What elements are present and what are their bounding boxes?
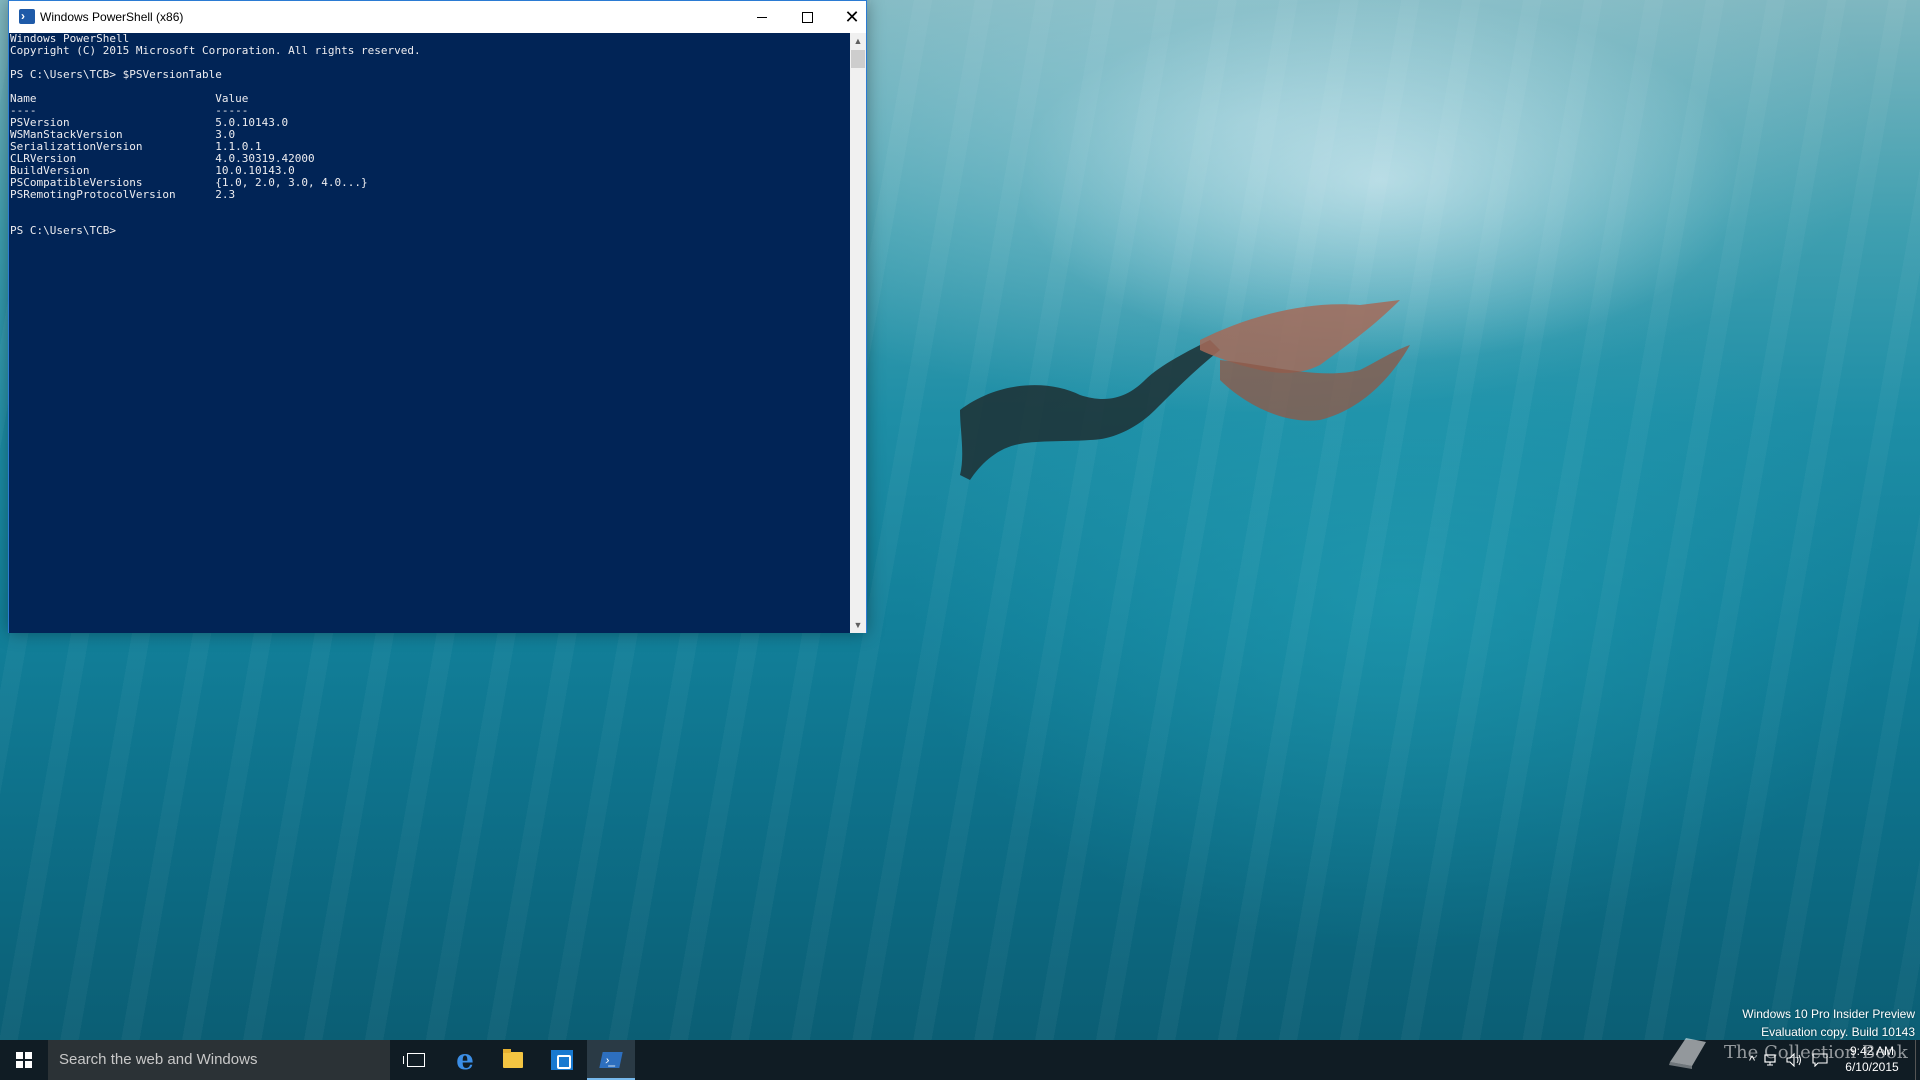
taskbar: Search the web and Windows e ›_ ^ 9:42 A… — [0, 1040, 1920, 1080]
vertical-scrollbar[interactable]: ▲ ▼ — [850, 33, 866, 633]
swimmer-image — [960, 300, 1410, 480]
logo-text: The Collection Book — [1724, 1041, 1908, 1063]
window-title: Windows PowerShell (x86) — [40, 10, 184, 24]
file-explorer-button[interactable] — [489, 1040, 537, 1080]
maximize-button[interactable] — [784, 1, 830, 33]
powershell-window[interactable]: › Windows PowerShell (x86) ✕ Windows Pow… — [8, 0, 867, 633]
book-icon — [1669, 1038, 1706, 1069]
title-bar[interactable]: › Windows PowerShell (x86) ✕ — [9, 1, 866, 33]
task-view-icon — [403, 1053, 425, 1067]
close-button[interactable]: ✕ — [829, 1, 875, 33]
console-text[interactable]: Windows PowerShell Copyright (C) 2015 Mi… — [9, 33, 850, 237]
search-box[interactable]: Search the web and Windows — [48, 1040, 390, 1080]
file-explorer-icon — [503, 1049, 523, 1068]
edge-icon: e — [456, 1043, 474, 1076]
powershell-icon[interactable]: › — [19, 9, 35, 24]
minimize-button[interactable] — [739, 1, 785, 33]
start-button[interactable] — [0, 1040, 48, 1080]
maximize-icon — [801, 11, 813, 23]
watermark-edition: Windows 10 Pro Insider Preview — [1742, 1007, 1915, 1021]
edge-button[interactable]: e — [441, 1040, 489, 1080]
powershell-taskbar-button[interactable]: ›_ — [587, 1040, 635, 1080]
powershell-icon: ›_ — [599, 1052, 623, 1068]
collection-book-logo: The Collection Book — [1664, 1027, 1909, 1077]
scroll-thumb[interactable] — [851, 50, 865, 68]
show-desktop-button[interactable] — [1915, 1040, 1920, 1080]
store-button[interactable] — [538, 1040, 586, 1080]
minimize-icon — [757, 16, 767, 18]
close-icon: ✕ — [844, 7, 860, 27]
console-output[interactable]: Windows PowerShell Copyright (C) 2015 Mi… — [9, 33, 850, 633]
store-icon — [551, 1050, 573, 1070]
windows-logo-icon — [16, 1052, 32, 1068]
task-view-button[interactable] — [392, 1040, 440, 1080]
scroll-down-button[interactable]: ▼ — [850, 617, 866, 633]
scroll-up-button[interactable]: ▲ — [850, 33, 866, 49]
